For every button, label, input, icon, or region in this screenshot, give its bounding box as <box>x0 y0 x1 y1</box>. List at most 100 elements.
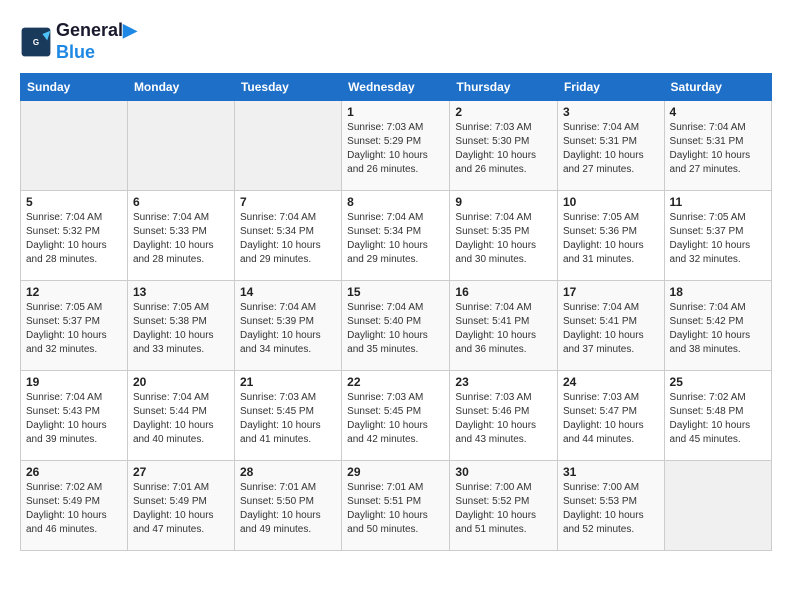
day-number: 30 <box>455 465 552 479</box>
day-info: Sunrise: 7:03 AM Sunset: 5:29 PM Dayligh… <box>347 121 444 177</box>
svg-text:G: G <box>33 38 39 47</box>
day-number: 25 <box>670 375 766 389</box>
day-number: 11 <box>670 195 766 209</box>
day-header-sunday: Sunday <box>21 74 128 101</box>
day-number: 16 <box>455 285 552 299</box>
calendar-cell: 9 Sunrise: 7:04 AM Sunset: 5:35 PM Daylig… <box>450 191 558 281</box>
calendar-cell: 23Sunrise: 7:03 AM Sunset: 5:46 PM Dayli… <box>450 371 558 461</box>
day-info: Sunrise: 7:05 AM Sunset: 5:36 PM Dayligh… <box>563 211 659 267</box>
day-number: 9 <box>455 195 552 209</box>
calendar-cell: 24 Sunrise: 7:03 AM Sunset: 5:47 PM Dayli… <box>557 371 664 461</box>
day-info: Sunrise: 7:01 AM Sunset: 5:51 PM Dayligh… <box>347 481 444 537</box>
day-info: Sunrise: 7:04 AM Sunset: 5:42 PM Dayligh… <box>670 301 766 357</box>
calendar-cell: 19 Sunrise: 7:04 AM Sunset: 5:43 PM Dayli… <box>21 371 128 461</box>
day-info: Sunrise: 7:04 AM Sunset: 5:40 PM Dayligh… <box>347 301 444 357</box>
calendar-cell <box>664 461 771 551</box>
day-header-monday: Monday <box>127 74 234 101</box>
day-number: 3 <box>563 105 659 119</box>
day-number: 1 <box>347 105 444 119</box>
day-number: 15 <box>347 285 444 299</box>
calendar-cell: 11 Sunrise: 7:05 AM Sunset: 5:37 PM Dayli… <box>664 191 771 281</box>
day-info: Sunrise: 7:01 AM Sunset: 5:50 PM Dayligh… <box>240 481 336 537</box>
day-info: Sunrise: 7:03 AM Sunset: 5:46 PM Dayligh… <box>455 391 552 447</box>
calendar-cell: 29Sunrise: 7:01 AM Sunset: 5:51 PM Dayli… <box>342 461 450 551</box>
day-info: Sunrise: 7:04 AM Sunset: 5:31 PM Dayligh… <box>563 121 659 177</box>
day-info: Sunrise: 7:05 AM Sunset: 5:37 PM Dayligh… <box>670 211 766 267</box>
day-number: 28 <box>240 465 336 479</box>
day-number: 20 <box>133 375 229 389</box>
day-info: Sunrise: 7:05 AM Sunset: 5:37 PM Dayligh… <box>26 301 122 357</box>
calendar-cell <box>21 101 128 191</box>
day-info: Sunrise: 7:04 AM Sunset: 5:41 PM Dayligh… <box>455 301 552 357</box>
day-info: Sunrise: 7:04 AM Sunset: 5:41 PM Dayligh… <box>563 301 659 357</box>
day-number: 2 <box>455 105 552 119</box>
day-number: 13 <box>133 285 229 299</box>
day-number: 24 <box>563 375 659 389</box>
calendar-cell <box>127 101 234 191</box>
calendar-cell: 1 Sunrise: 7:03 AM Sunset: 5:29 PM Daylig… <box>342 101 450 191</box>
calendar-header: SundayMondayTuesdayWednesdayThursdayFrid… <box>21 74 772 101</box>
day-number: 18 <box>670 285 766 299</box>
day-number: 27 <box>133 465 229 479</box>
day-number: 21 <box>240 375 336 389</box>
day-info: Sunrise: 7:03 AM Sunset: 5:47 PM Dayligh… <box>563 391 659 447</box>
day-info: Sunrise: 7:00 AM Sunset: 5:53 PM Dayligh… <box>563 481 659 537</box>
day-header-saturday: Saturday <box>664 74 771 101</box>
day-info: Sunrise: 7:02 AM Sunset: 5:49 PM Dayligh… <box>26 481 122 537</box>
day-number: 7 <box>240 195 336 209</box>
day-info: Sunrise: 7:02 AM Sunset: 5:48 PM Dayligh… <box>670 391 766 447</box>
calendar-cell: 30 Sunrise: 7:00 AM Sunset: 5:52 PM Dayli… <box>450 461 558 551</box>
calendar-cell <box>234 101 341 191</box>
day-number: 26 <box>26 465 122 479</box>
day-info: Sunrise: 7:01 AM Sunset: 5:49 PM Dayligh… <box>133 481 229 537</box>
day-number: 17 <box>563 285 659 299</box>
page-header: G General▶ Blue <box>20 20 772 63</box>
day-number: 4 <box>670 105 766 119</box>
calendar-cell: 13 Sunrise: 7:05 AM Sunset: 5:38 PM Dayli… <box>127 281 234 371</box>
calendar-cell: 17 Sunrise: 7:04 AM Sunset: 5:41 PM Dayli… <box>557 281 664 371</box>
calendar-cell: 18 Sunrise: 7:04 AM Sunset: 5:42 PM Dayli… <box>664 281 771 371</box>
day-info: Sunrise: 7:04 AM Sunset: 5:34 PM Dayligh… <box>347 211 444 267</box>
calendar-week-5: 26 Sunrise: 7:02 AM Sunset: 5:49 PM Dayli… <box>21 461 772 551</box>
logo: G General▶ Blue <box>20 20 137 63</box>
day-info: Sunrise: 7:04 AM Sunset: 5:34 PM Dayligh… <box>240 211 336 267</box>
day-number: 6 <box>133 195 229 209</box>
calendar-cell: 21 Sunrise: 7:03 AM Sunset: 5:45 PM Dayli… <box>234 371 341 461</box>
day-number: 8 <box>347 195 444 209</box>
calendar-cell: 6Sunrise: 7:04 AM Sunset: 5:33 PM Daylig… <box>127 191 234 281</box>
day-info: Sunrise: 7:04 AM Sunset: 5:31 PM Dayligh… <box>670 121 766 177</box>
day-number: 19 <box>26 375 122 389</box>
day-number: 14 <box>240 285 336 299</box>
calendar-week-2: 5Sunrise: 7:04 AM Sunset: 5:32 PM Daylig… <box>21 191 772 281</box>
calendar-cell: 14 Sunrise: 7:04 AM Sunset: 5:39 PM Dayli… <box>234 281 341 371</box>
day-header-wednesday: Wednesday <box>342 74 450 101</box>
calendar-cell: 28 Sunrise: 7:01 AM Sunset: 5:50 PM Dayli… <box>234 461 341 551</box>
calendar-cell: 10 Sunrise: 7:05 AM Sunset: 5:36 PM Dayli… <box>557 191 664 281</box>
day-info: Sunrise: 7:05 AM Sunset: 5:38 PM Dayligh… <box>133 301 229 357</box>
logo-text: General▶ Blue <box>56 20 137 63</box>
day-header-friday: Friday <box>557 74 664 101</box>
calendar-cell: 25 Sunrise: 7:02 AM Sunset: 5:48 PM Dayli… <box>664 371 771 461</box>
day-info: Sunrise: 7:04 AM Sunset: 5:39 PM Dayligh… <box>240 301 336 357</box>
calendar-cell: 7 Sunrise: 7:04 AM Sunset: 5:34 PM Daylig… <box>234 191 341 281</box>
calendar-cell: 8 Sunrise: 7:04 AM Sunset: 5:34 PM Daylig… <box>342 191 450 281</box>
calendar-week-1: 1 Sunrise: 7:03 AM Sunset: 5:29 PM Daylig… <box>21 101 772 191</box>
day-header-thursday: Thursday <box>450 74 558 101</box>
day-info: Sunrise: 7:00 AM Sunset: 5:52 PM Dayligh… <box>455 481 552 537</box>
calendar-cell: 20Sunrise: 7:04 AM Sunset: 5:44 PM Dayli… <box>127 371 234 461</box>
calendar-table: SundayMondayTuesdayWednesdayThursdayFrid… <box>20 73 772 551</box>
day-info: Sunrise: 7:04 AM Sunset: 5:32 PM Dayligh… <box>26 211 122 267</box>
day-info: Sunrise: 7:03 AM Sunset: 5:45 PM Dayligh… <box>240 391 336 447</box>
day-info: Sunrise: 7:04 AM Sunset: 5:43 PM Dayligh… <box>26 391 122 447</box>
calendar-week-3: 12 Sunrise: 7:05 AM Sunset: 5:37 PM Dayli… <box>21 281 772 371</box>
day-header-tuesday: Tuesday <box>234 74 341 101</box>
calendar-cell: 16 Sunrise: 7:04 AM Sunset: 5:41 PM Dayli… <box>450 281 558 371</box>
calendar-cell: 27 Sunrise: 7:01 AM Sunset: 5:49 PM Dayli… <box>127 461 234 551</box>
day-number: 31 <box>563 465 659 479</box>
logo-icon: G <box>20 26 52 58</box>
day-number: 12 <box>26 285 122 299</box>
day-info: Sunrise: 7:03 AM Sunset: 5:30 PM Dayligh… <box>455 121 552 177</box>
calendar-cell: 26 Sunrise: 7:02 AM Sunset: 5:49 PM Dayli… <box>21 461 128 551</box>
day-info: Sunrise: 7:04 AM Sunset: 5:35 PM Dayligh… <box>455 211 552 267</box>
day-number: 10 <box>563 195 659 209</box>
